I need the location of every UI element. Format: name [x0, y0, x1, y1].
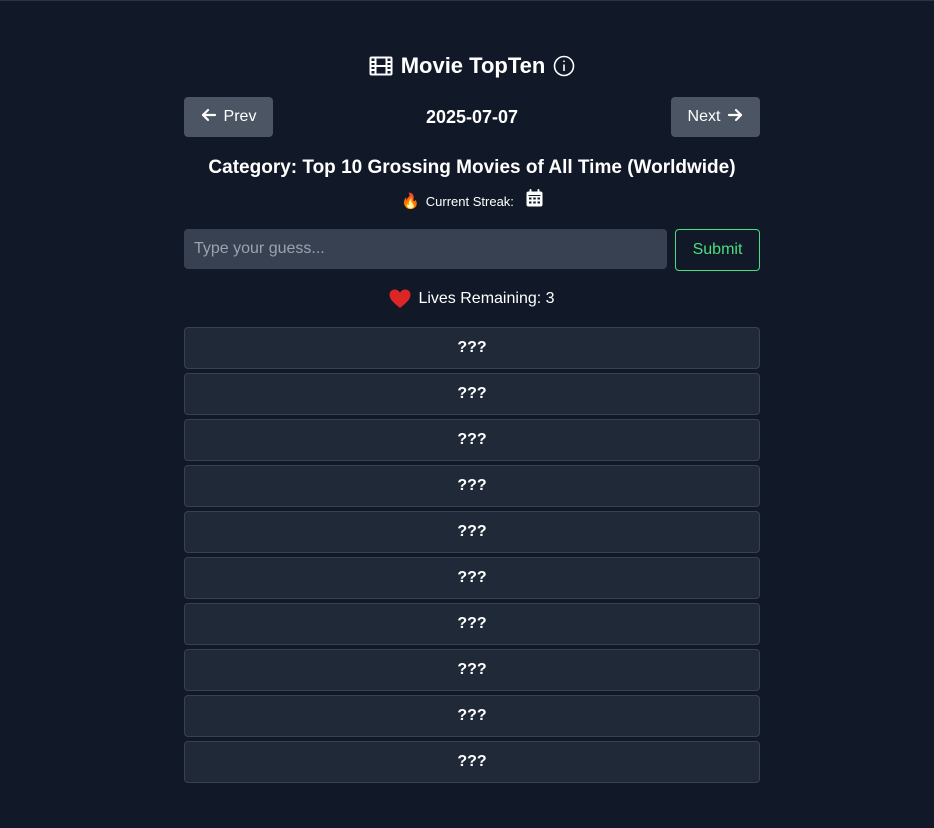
- lives-row: Lives Remaining: 3: [184, 287, 760, 311]
- answer-slot-5: ???: [184, 511, 760, 553]
- page-title: Movie TopTen: [184, 50, 760, 82]
- info-icon[interactable]: [553, 55, 575, 77]
- app-title-text: Movie TopTen: [400, 53, 546, 78]
- answer-list: ??? ??? ??? ??? ??? ??? ??? ??? ??? ???: [184, 327, 760, 787]
- calendar-icon[interactable]: [526, 189, 543, 215]
- date-navigation: Prev 2025-07-07 Next: [184, 97, 760, 137]
- streak-label: Current Streak:: [425, 194, 514, 209]
- answer-slot-7: ???: [184, 603, 760, 645]
- answer-slot-2: ???: [184, 373, 760, 415]
- heart-icon: [389, 289, 411, 309]
- answer-slot-10: ???: [184, 741, 760, 783]
- submit-button[interactable]: Submit: [675, 229, 760, 271]
- film-icon: [369, 56, 393, 76]
- answer-slot-3: ???: [184, 419, 760, 461]
- next-label: Next: [687, 108, 721, 125]
- next-button[interactable]: Next: [671, 97, 760, 137]
- guess-form: Submit: [184, 229, 760, 271]
- fire-icon: 🔥: [401, 193, 420, 210]
- answer-slot-6: ???: [184, 557, 760, 599]
- answer-slot-9: ???: [184, 695, 760, 737]
- streak-row: 🔥 Current Streak:: [184, 189, 760, 215]
- category-title: Category: Top 10 Grossing Movies of All …: [208, 157, 736, 178]
- answer-slot-1: ???: [184, 327, 760, 369]
- arrow-right-icon: [727, 108, 743, 127]
- guess-input[interactable]: [184, 229, 667, 269]
- answer-slot-8: ???: [184, 649, 760, 691]
- answer-slot-4: ???: [184, 465, 760, 507]
- lives-remaining: Lives Remaining: 3: [418, 290, 555, 307]
